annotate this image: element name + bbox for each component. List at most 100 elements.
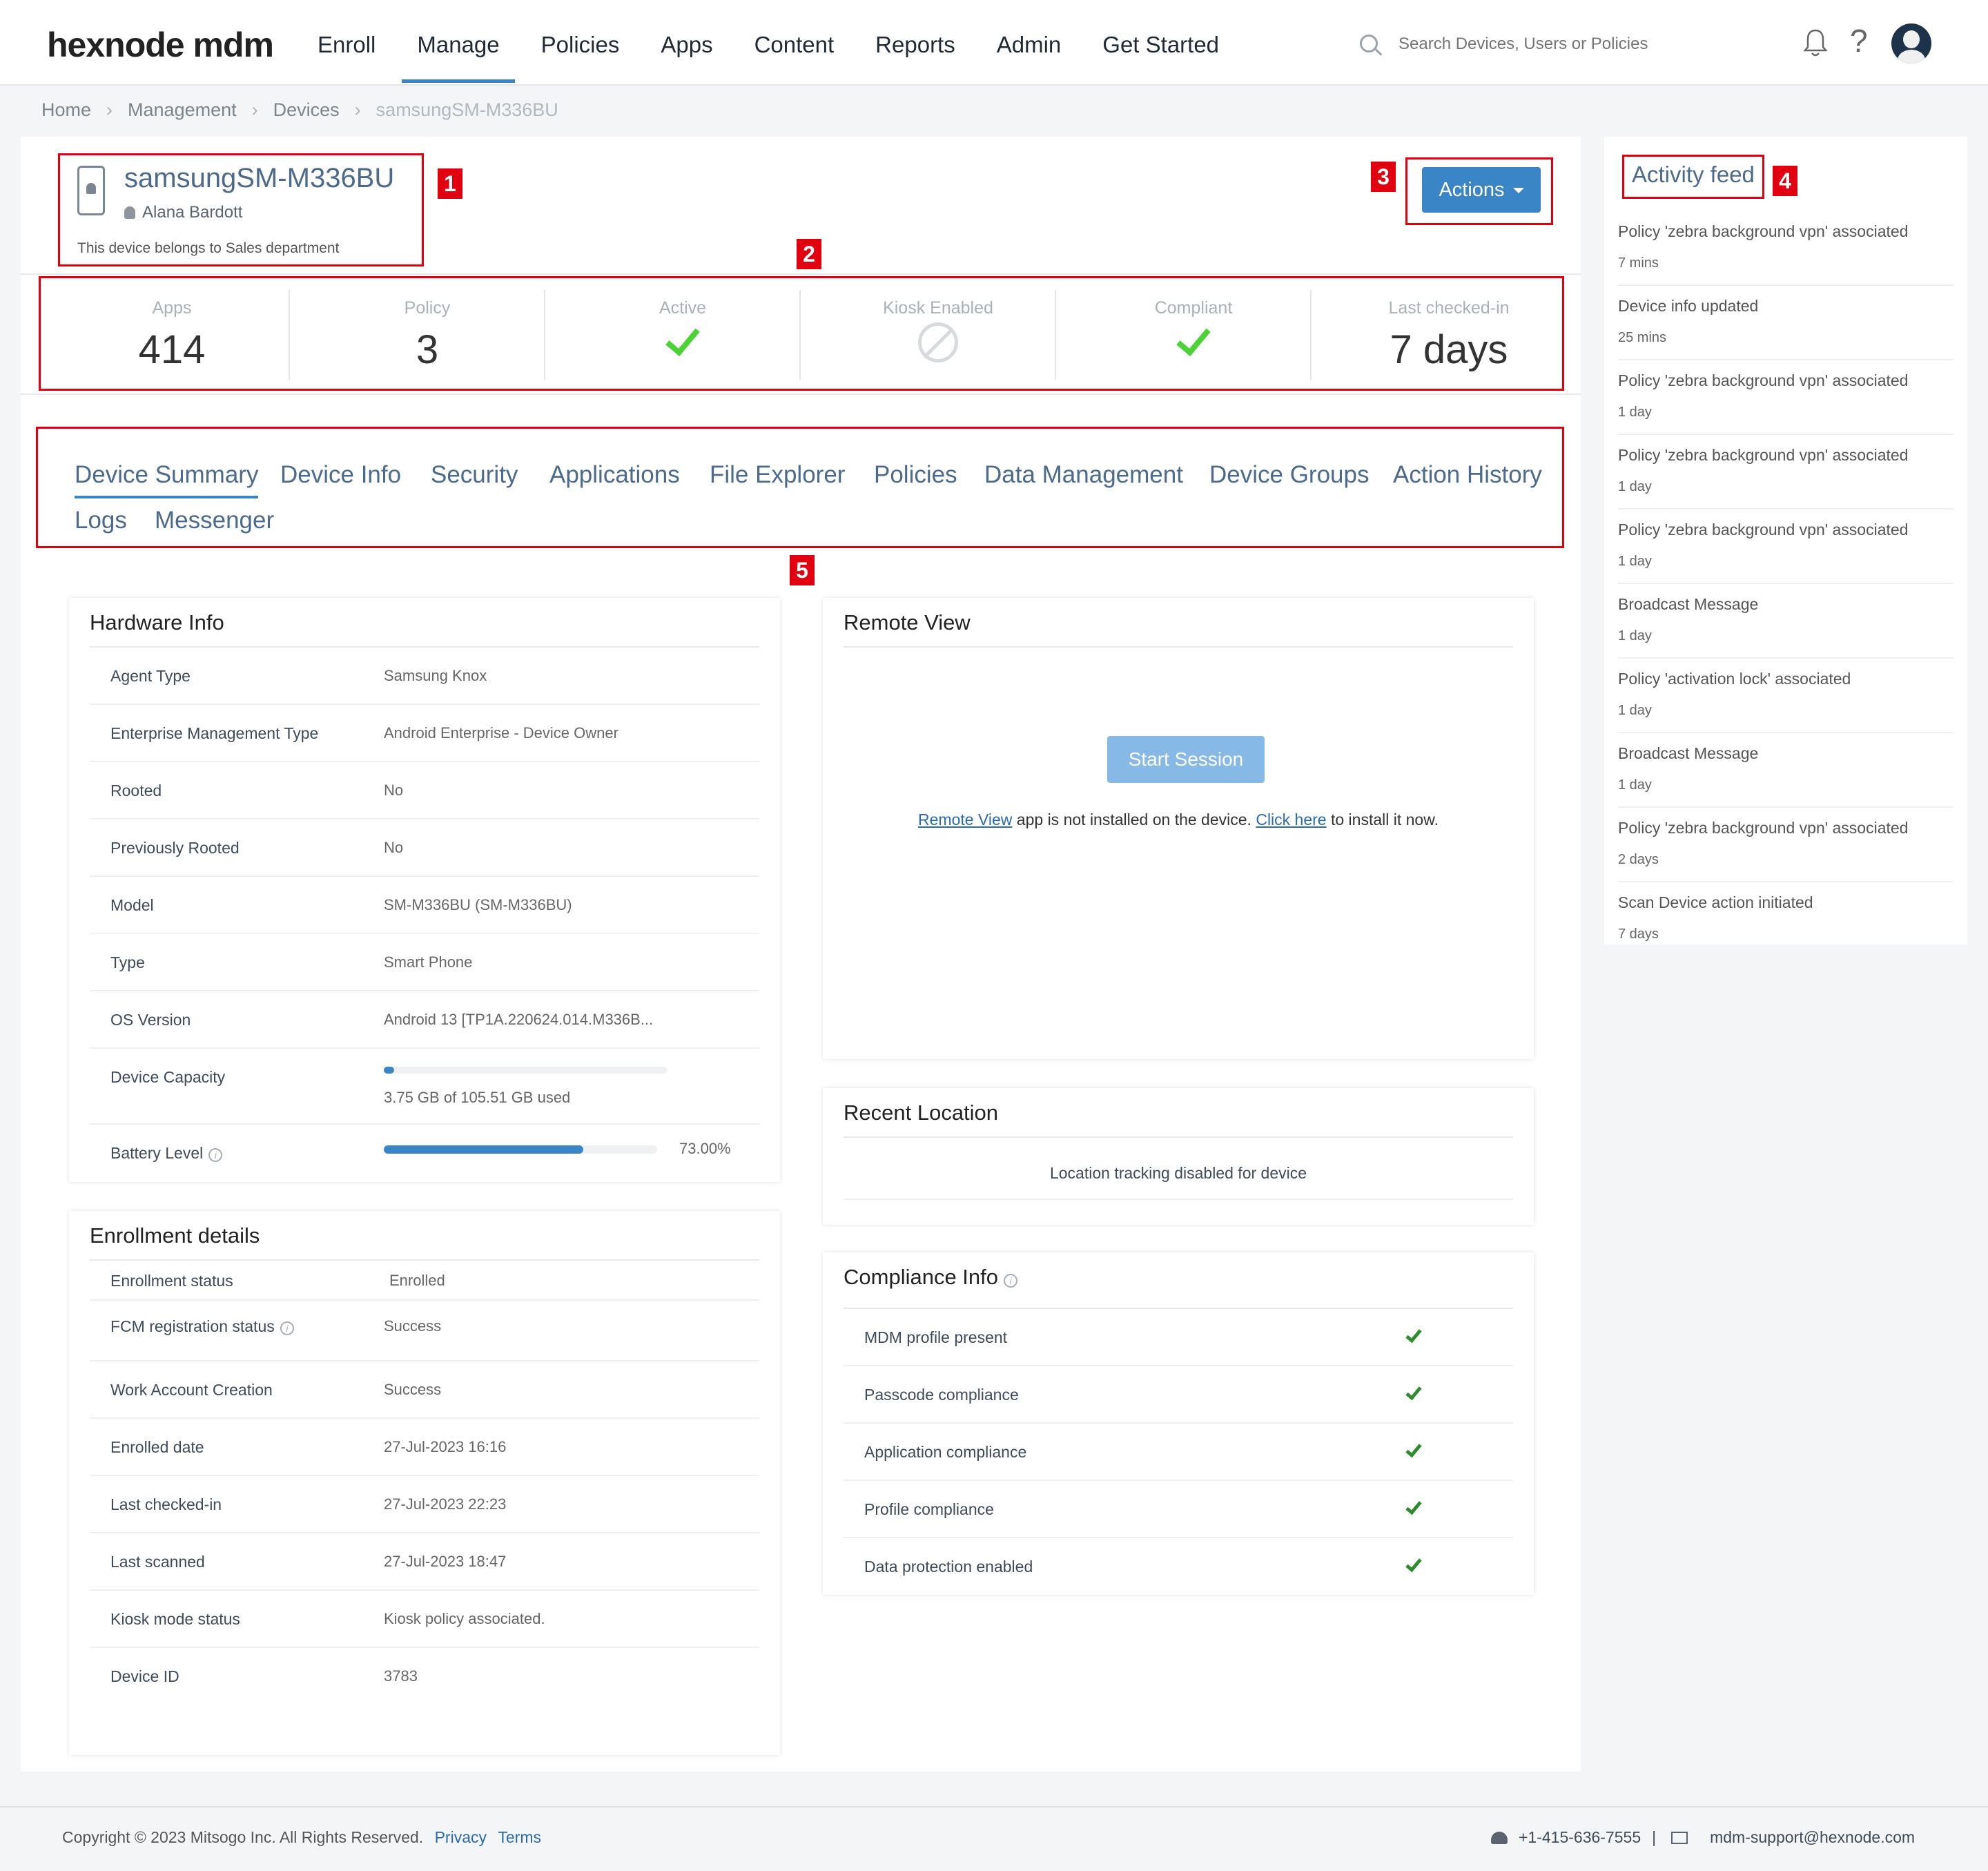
divider	[1310, 290, 1312, 380]
annotation-box-3	[1405, 157, 1553, 225]
feed-time: 2 days	[1618, 852, 1659, 867]
remote-view-link[interactable]: Remote View	[918, 811, 1012, 828]
click-here-link[interactable]: Click here	[1256, 811, 1326, 828]
feed-item[interactable]: Policy 'zebra background vpn' associated…	[1618, 211, 1953, 286]
check-icon	[1176, 320, 1211, 356]
hexnode-logo[interactable]: hexnode mdm	[47, 25, 274, 65]
tab-device-summary[interactable]: Device Summary	[75, 461, 259, 498]
bell-icon[interactable]	[1803, 28, 1828, 58]
divider	[1055, 290, 1056, 380]
table-row: Type Smart Phone	[90, 934, 759, 991]
stat-policy-value: 3	[416, 327, 439, 372]
row-label: Type	[110, 953, 145, 971]
tab-applications[interactable]: Applications	[549, 461, 680, 489]
nav-reports[interactable]: Reports	[875, 0, 955, 86]
stat-policy[interactable]: Policy 3	[300, 289, 555, 378]
footer-contact: +1-415-636-7555 | mdm-support@hexnode.com	[1491, 1828, 1915, 1847]
divider	[844, 1136, 1513, 1138]
compliance-row: Passcode compliance	[844, 1366, 1513, 1424]
remote-view-message: Remote View app is not installed on the …	[823, 811, 1534, 829]
row-label: Last scanned	[110, 1553, 205, 1571]
feed-item[interactable]: Scan Device action initiated 7 days	[1618, 882, 1953, 944]
check-icon	[665, 320, 700, 356]
compliance-label: Data protection enabled	[864, 1558, 1033, 1576]
battery-level-bar	[384, 1145, 657, 1154]
annotation-number-1: 1	[438, 168, 462, 199]
row-value: Enrolled	[389, 1272, 445, 1289]
nav-apps[interactable]: Apps	[661, 0, 712, 86]
enrollment-details-title: Enrollment details	[90, 1223, 260, 1248]
row-label: Rooted	[110, 782, 162, 799]
feed-item[interactable]: Policy 'zebra background vpn' associated…	[1618, 808, 1953, 882]
privacy-link[interactable]: Privacy	[435, 1828, 487, 1846]
table-row: Enrolled date 27-Jul-2023 16:16	[90, 1419, 759, 1476]
tab-messenger[interactable]: Messenger	[155, 507, 274, 534]
info-icon[interactable]: i	[280, 1321, 294, 1335]
row-value: Android Enterprise - Device Owner	[384, 724, 618, 741]
terms-link[interactable]: Terms	[498, 1828, 541, 1846]
tab-logs[interactable]: Logs	[75, 507, 127, 534]
feed-message: Device info updated	[1618, 297, 1759, 315]
search-input[interactable]	[1399, 30, 1675, 58]
row-label: Agent Type	[110, 667, 191, 685]
tab-data-management[interactable]: Data Management	[984, 461, 1183, 489]
tab-policies[interactable]: Policies	[874, 461, 957, 489]
hardware-info-title: Hardware Info	[90, 610, 224, 634]
nav-policies[interactable]: Policies	[541, 0, 620, 86]
start-session-button[interactable]: Start Session	[1107, 736, 1265, 783]
nav-content[interactable]: Content	[754, 0, 835, 86]
enrollment-details-card: Enrollment details Enrollment status Enr…	[69, 1211, 780, 1755]
tab-device-info[interactable]: Device Info	[280, 461, 401, 489]
feed-item[interactable]: Policy 'zebra background vpn' associated…	[1618, 435, 1953, 510]
stat-active: Active	[555, 289, 810, 378]
compliance-label: Application compliance	[864, 1443, 1027, 1461]
feed-time: 1 day	[1618, 554, 1652, 569]
row-value: Android 13 [TP1A.220624.014.M336B...	[384, 1011, 654, 1028]
info-icon[interactable]: i	[1004, 1274, 1018, 1288]
compliance-row: Profile compliance	[844, 1481, 1513, 1538]
compliance-info-title-row: Compliance Info i	[844, 1265, 1018, 1290]
annotation-number-5: 5	[790, 555, 815, 585]
tab-security[interactable]: Security	[431, 461, 518, 489]
stat-policy-label: Policy	[404, 298, 451, 318]
divider	[844, 1199, 1513, 1200]
remote-view-title: Remote View	[844, 610, 971, 634]
nav-get-started[interactable]: Get Started	[1102, 0, 1219, 86]
breadcrumb-home[interactable]: Home	[41, 99, 91, 121]
feed-item[interactable]: Policy 'zebra background vpn' associated…	[1618, 360, 1953, 435]
divider	[0, 1806, 1988, 1807]
feed-message: Policy 'zebra background vpn' associated	[1618, 222, 1909, 240]
support-phone[interactable]: +1-415-636-7555	[1519, 1828, 1641, 1846]
feed-item[interactable]: Policy 'activation lock' associated 1 da…	[1618, 659, 1953, 733]
help-icon[interactable]: ?	[1850, 22, 1868, 59]
feed-time: 25 mins	[1618, 330, 1667, 345]
tab-file-explorer[interactable]: File Explorer	[710, 461, 845, 489]
main-nav: Enroll Manage Policies Apps Content Repo…	[318, 0, 1260, 86]
remote-view-text-2: to install it now.	[1326, 811, 1439, 828]
table-row: Kiosk mode status Kiosk policy associate…	[90, 1591, 759, 1648]
top-navbar: hexnode mdm Enroll Manage Policies Apps …	[0, 0, 1988, 86]
feed-item[interactable]: Policy 'zebra background vpn' associated…	[1618, 510, 1953, 584]
compliance-row: Application compliance	[844, 1424, 1513, 1481]
info-icon[interactable]: i	[208, 1148, 223, 1162]
breadcrumb-devices[interactable]: Devices	[273, 99, 340, 121]
nav-manage[interactable]: Manage	[402, 0, 515, 86]
row-label: Previously Rooted	[110, 839, 240, 857]
tab-action-history[interactable]: Action History	[1393, 461, 1542, 489]
activity-feed-panel: Activity feed 4 Policy 'zebra background…	[1604, 137, 1967, 944]
support-email[interactable]: mdm-support@hexnode.com	[1710, 1828, 1915, 1846]
feed-item[interactable]: Broadcast Message 1 day	[1618, 733, 1953, 808]
fcm-label: FCM registration status	[110, 1317, 275, 1335]
stat-apps-value: 414	[138, 327, 206, 372]
feed-item[interactable]: Device info updated 25 mins	[1618, 286, 1953, 360]
avatar[interactable]	[1891, 23, 1931, 64]
nav-admin[interactable]: Admin	[997, 0, 1062, 86]
device-details-panel: samsungSM-M336BU Alana Bardott This devi…	[21, 137, 1581, 1772]
nav-enroll[interactable]: Enroll	[318, 0, 376, 86]
tab-device-groups[interactable]: Device Groups	[1209, 461, 1369, 489]
feed-item[interactable]: Broadcast Message 1 day	[1618, 584, 1953, 659]
row-value: Success	[384, 1317, 442, 1335]
table-row: Enterprise Management Type Android Enter…	[90, 705, 759, 762]
breadcrumb-management[interactable]: Management	[128, 99, 237, 121]
stat-apps[interactable]: Apps 414	[44, 289, 300, 378]
